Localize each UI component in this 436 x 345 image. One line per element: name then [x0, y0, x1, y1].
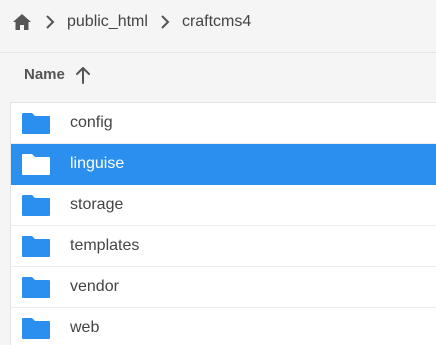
- breadcrumb-item-public-html[interactable]: public_html: [67, 12, 148, 32]
- file-list: config linguise storage templates vendor web: [10, 102, 436, 345]
- home-icon[interactable]: [11, 11, 33, 33]
- folder-name: templates: [70, 237, 140, 254]
- folder-icon: [21, 153, 51, 175]
- folder-row[interactable]: vendor: [11, 267, 436, 308]
- folder-name: web: [70, 319, 100, 336]
- folder-row[interactable]: templates: [11, 226, 436, 267]
- folder-row[interactable]: linguise: [11, 144, 436, 185]
- folder-icon: [21, 235, 51, 257]
- file-browser: public_html craftcms4 Name config linguis…: [0, 0, 436, 345]
- folder-icon: [21, 276, 51, 298]
- folder-name: config: [70, 114, 113, 131]
- breadcrumb-item-craftcms4[interactable]: craftcms4: [182, 12, 251, 32]
- folder-row[interactable]: web: [11, 308, 436, 345]
- folder-row[interactable]: config: [11, 103, 436, 144]
- breadcrumb: public_html craftcms4: [0, 0, 436, 44]
- folder-name: linguise: [70, 155, 125, 172]
- column-header: Name: [0, 52, 436, 96]
- chevron-right-icon: [41, 13, 59, 31]
- name-column-header[interactable]: Name: [24, 66, 65, 83]
- chevron-right-icon: [156, 13, 174, 31]
- folder-name: storage: [70, 196, 124, 213]
- arrow-up-icon[interactable]: [75, 66, 91, 84]
- folder-row[interactable]: storage: [11, 185, 436, 226]
- folder-icon: [21, 317, 51, 339]
- folder-name: vendor: [70, 278, 119, 295]
- folder-icon: [21, 194, 51, 216]
- folder-icon: [21, 112, 51, 134]
